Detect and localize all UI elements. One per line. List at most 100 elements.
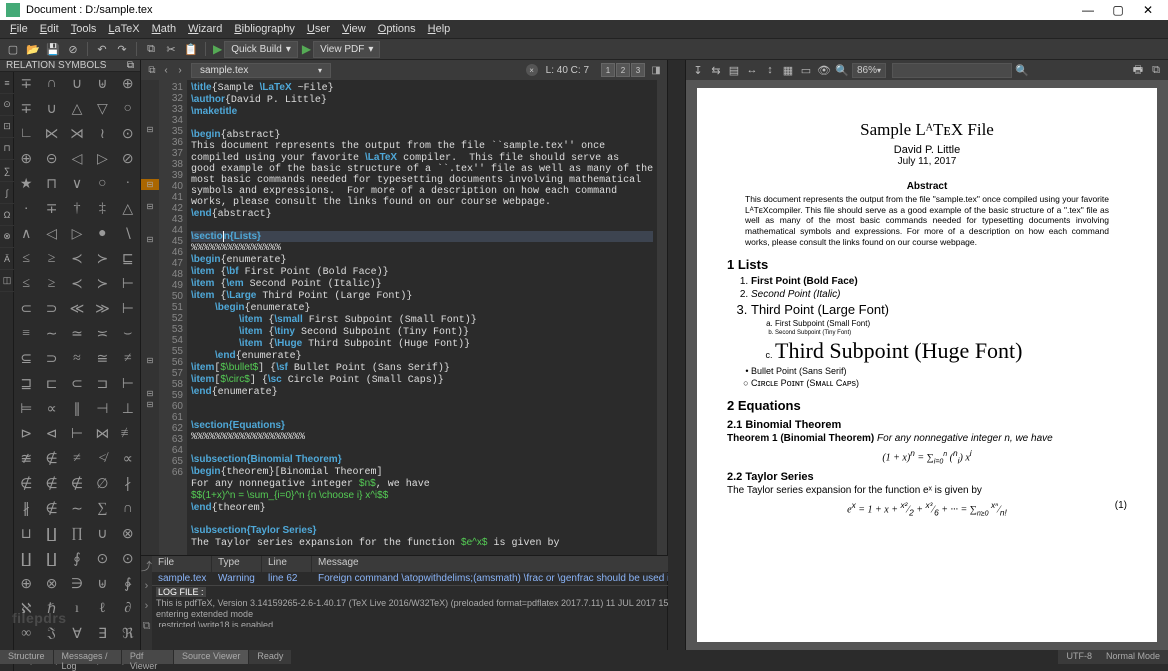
symbol-cell[interactable]: ⊙ [90, 547, 114, 571]
symbol-cell[interactable]: △ [116, 197, 140, 221]
symtab-2[interactable]: ⊙ [0, 94, 14, 116]
symtab-6[interactable]: ∫ [0, 182, 14, 204]
run-icon[interactable]: ▶ [213, 42, 222, 56]
symbol-cell[interactable]: ℵ [14, 597, 38, 621]
symbol-cell[interactable]: ∥ [65, 397, 89, 421]
symbol-cell[interactable]: ∝ [116, 447, 140, 471]
menu-math[interactable]: Math [146, 23, 182, 35]
symbol-cell[interactable]: ∪ [39, 97, 63, 121]
split-icon[interactable]: ◨ [649, 65, 663, 76]
symbol-cell[interactable]: ★ [14, 172, 38, 196]
symbol-cell[interactable]: ∐ [14, 547, 38, 571]
menu-options[interactable]: Options [372, 23, 422, 35]
save-file-icon[interactable]: 💾 [44, 40, 62, 58]
symtab-10[interactable]: ◫ [0, 270, 14, 292]
symbol-cell[interactable]: ⋉ [39, 122, 63, 146]
tab-pdfviewer[interactable]: Pdf Viewer [122, 650, 174, 664]
symbol-cell[interactable]: ○ [90, 172, 114, 196]
symbol-cell[interactable]: ∂ [116, 597, 140, 621]
symbol-cell[interactable]: ∤ [116, 472, 140, 496]
symbol-cell[interactable]: ⊢ [116, 297, 140, 321]
symbol-cell[interactable]: ⊢ [116, 272, 140, 296]
symbol-cell[interactable]: △ [65, 97, 89, 121]
symbol-cell[interactable]: ≫ [90, 297, 114, 321]
symbol-cell[interactable]: ∀ [65, 622, 89, 646]
symbol-cell[interactable]: ∓ [14, 97, 38, 121]
symbol-cell[interactable]: ∏ [65, 522, 89, 546]
symbol-cell[interactable]: ⌣ [116, 322, 140, 346]
open-file-icon[interactable]: 📂 [24, 40, 42, 58]
symbol-cell[interactable]: ∩ [116, 497, 140, 521]
log-col-type[interactable]: Type [212, 556, 262, 572]
symbol-cell[interactable]: ∧ [14, 222, 38, 246]
symbol-cell[interactable]: ≀ [90, 122, 114, 146]
symbol-cell[interactable]: ⊲ [39, 422, 63, 446]
viewpdf-select[interactable]: View PDF▾ [313, 41, 380, 58]
pdf-search-input[interactable] [892, 63, 1012, 78]
code-content[interactable]: \title{Sample \LaTeX ~File} \author{Davi… [187, 80, 657, 555]
pdf-fitw-icon[interactable]: ↔ [744, 62, 760, 78]
pdf-find-icon[interactable]: 🔍 [1014, 62, 1030, 78]
close-button[interactable]: ✕ [1134, 1, 1162, 19]
symbol-cell[interactable]: ∑ [90, 497, 114, 521]
symbol-cell[interactable]: ∞ [14, 622, 38, 646]
menu-file[interactable]: File [4, 23, 34, 35]
symbol-cell[interactable]: ⋈ [90, 422, 114, 446]
menu-bibliography[interactable]: Bibliography [228, 23, 301, 35]
symtab-8[interactable]: ⊗ [0, 226, 14, 248]
symbol-cell[interactable]: ∮ [65, 547, 89, 571]
symbol-cell[interactable]: ∉ [39, 447, 63, 471]
symbol-cell[interactable]: ≺ [65, 272, 89, 296]
symbol-cell[interactable]: ∉ [39, 497, 63, 521]
log-prev-icon[interactable]: › [141, 596, 152, 616]
menu-tools[interactable]: Tools [65, 23, 103, 35]
symtab-5[interactable]: ∑ [0, 160, 14, 182]
symbol-cell[interactable]: ⊕ [14, 147, 38, 171]
pdf-nav-icon[interactable]: ⇆ [708, 62, 724, 78]
symbol-cell[interactable]: ▷ [90, 147, 114, 171]
pdf-fith-icon[interactable]: ↕ [762, 62, 778, 78]
symbol-cell[interactable]: ≪ [65, 297, 89, 321]
viewmode-3[interactable]: 3 [631, 63, 645, 77]
pdf-search-icon[interactable]: 🔍 [834, 62, 850, 78]
panel-undock-icon[interactable]: ⧉ [127, 60, 134, 71]
menu-latex[interactable]: LaTeX [102, 23, 145, 35]
symbol-cell[interactable]: ⊥ [116, 397, 140, 421]
maximize-button[interactable]: ▢ [1104, 1, 1132, 19]
cut-icon[interactable]: ✂ [162, 40, 180, 58]
symbol-cell[interactable]: ⊂ [14, 297, 38, 321]
close-file-icon[interactable]: ⊘ [64, 40, 82, 58]
undock-icon[interactable]: ⧉ [145, 65, 159, 76]
symbol-cell[interactable]: ⊃ [39, 347, 63, 371]
menu-wizard[interactable]: Wizard [182, 23, 228, 35]
redo-icon[interactable]: ↷ [113, 40, 131, 58]
symbol-cell[interactable]: ⊕ [14, 572, 38, 596]
symbol-cell[interactable]: ≃ [65, 322, 89, 346]
pdf-present-icon[interactable]: ▭ [798, 62, 814, 78]
symbol-cell[interactable]: 𝔍 [39, 622, 63, 646]
pdf-grid-icon[interactable]: ▦ [780, 62, 796, 78]
symbol-cell[interactable]: ≢ [116, 422, 140, 446]
pdf-print-icon[interactable]: 🖶 [1130, 62, 1146, 78]
nav-fwd-icon[interactable]: › [173, 65, 187, 76]
symbol-cell[interactable]: ∼ [39, 322, 63, 346]
close-indicator-icon[interactable]: × [526, 64, 538, 76]
symbol-cell[interactable]: ı [65, 597, 89, 621]
symbol-cell[interactable]: ⊕ [116, 72, 140, 96]
code-editor[interactable]: ⊟⊟⊟⊟⊟⊟⊟ 31323334353637383940414243444546… [141, 80, 667, 555]
symbol-cell[interactable]: ▷ [65, 222, 89, 246]
symbol-cell[interactable]: ∨ [65, 172, 89, 196]
symbol-cell[interactable]: ≡ [14, 322, 38, 346]
log-row[interactable]: sample.tex Warning line 62 Foreign comma… [152, 572, 738, 585]
symbol-cell[interactable]: ⊐ [90, 372, 114, 396]
panel-tab[interactable]: RELATION SYMBOLS ⧉ [0, 60, 140, 72]
menu-view[interactable]: View [336, 23, 372, 35]
symbol-cell[interactable]: ⊙ [116, 547, 140, 571]
symbol-cell[interactable]: · [116, 172, 140, 196]
zoom-select[interactable]: 86% ▾ [852, 63, 886, 78]
symbol-cell[interactable]: ∖ [116, 222, 140, 246]
symbol-cell[interactable]: ⊗ [39, 572, 63, 596]
pdf-undock-icon[interactable]: ⧉ [1148, 62, 1164, 78]
symbol-cell[interactable]: ∃ [90, 622, 114, 646]
symbol-cell[interactable]: ● [90, 222, 114, 246]
